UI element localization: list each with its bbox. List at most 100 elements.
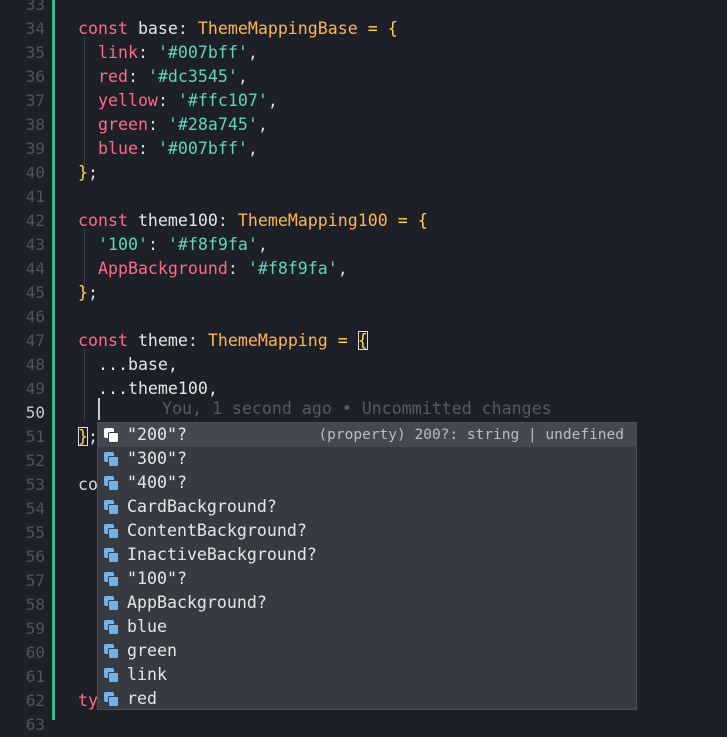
- comma: ,: [257, 235, 268, 254]
- suggestion-item[interactable]: "100"?: [98, 567, 636, 591]
- partial-code: co: [78, 475, 98, 494]
- property-icon: [104, 668, 119, 683]
- suggestion-label: green: [127, 641, 177, 660]
- suggestion-item[interactable]: "200"? (property) 200?: string | undefine…: [98, 423, 636, 447]
- suggestion-label: blue: [127, 617, 167, 636]
- code-line-62[interactable]: ty: [78, 689, 98, 713]
- code-line-48[interactable]: ...base,: [78, 353, 178, 377]
- semicolon: ;: [88, 283, 98, 302]
- operator: =: [357, 19, 378, 38]
- colon: :: [177, 19, 188, 38]
- suggestion-item[interactable]: red: [98, 687, 636, 711]
- property-name: AppBackground: [97, 259, 228, 278]
- string-literal: '#f8f9fa': [247, 259, 338, 278]
- suggestion-item[interactable]: link: [98, 663, 636, 687]
- git-modified-bar: [52, 0, 55, 720]
- code-line-40[interactable]: };: [78, 161, 98, 185]
- line-number: 35: [25, 43, 45, 62]
- property-icon: [104, 452, 119, 467]
- suggestion-label: link: [127, 665, 167, 684]
- code-line-36[interactable]: red: '#dc3545',: [78, 65, 248, 89]
- property-icon: [104, 524, 119, 539]
- suggestion-label: "200"?: [127, 425, 187, 444]
- partial-code: ty: [78, 691, 98, 710]
- code-line-37[interactable]: yellow: '#ffc107',: [78, 89, 278, 113]
- code-line-38[interactable]: green: '#28a745',: [78, 113, 268, 137]
- code-line-45[interactable]: };: [78, 281, 98, 305]
- property-icon: [104, 644, 119, 659]
- suggestion-item[interactable]: ContentBackground?: [98, 519, 636, 543]
- brace: }: [78, 163, 88, 182]
- brace: }: [78, 283, 88, 302]
- comma: ,: [257, 115, 268, 134]
- line-number: 62: [25, 691, 45, 710]
- property-name: yellow: [97, 91, 158, 110]
- property-name: red: [97, 67, 128, 86]
- code-line-44[interactable]: AppBackground: '#f8f9fa',: [78, 257, 348, 281]
- identifier: base: [127, 19, 178, 38]
- suggestion-item[interactable]: CardBackground?: [98, 495, 636, 519]
- line-number: 46: [25, 307, 45, 326]
- suggestion-item[interactable]: AppBackground?: [98, 591, 636, 615]
- code-line-43[interactable]: '100': '#f8f9fa',: [78, 233, 268, 257]
- property-name: blue: [97, 139, 138, 158]
- suggestion-item[interactable]: "300"?: [98, 447, 636, 471]
- string-literal: '#007bff': [157, 139, 248, 158]
- suggestion-label: red: [127, 689, 157, 708]
- keyword-const: const: [78, 19, 128, 38]
- suggestion-label: "300"?: [127, 449, 187, 468]
- property-icon: [104, 596, 119, 611]
- suggestion-detail: (property) 200?: string | undefined: [318, 427, 624, 443]
- matched-brace: }: [78, 427, 88, 446]
- property-icon: [104, 620, 119, 635]
- code-line-53[interactable]: co: [78, 473, 98, 497]
- line-number: 63: [25, 715, 45, 734]
- string-literal: '#007bff': [157, 43, 248, 62]
- line-number: 38: [25, 115, 45, 134]
- colon: :: [127, 67, 148, 86]
- line-number: 51: [25, 427, 45, 446]
- line-number: 54: [25, 499, 45, 518]
- line-number: 47: [25, 331, 45, 350]
- identifier: theme: [127, 331, 188, 350]
- suggestion-label: InactiveBackground?: [127, 545, 317, 564]
- colon: :: [147, 235, 168, 254]
- code-line-51[interactable]: };: [78, 425, 98, 449]
- type-name: ThemeMapping100: [227, 211, 388, 230]
- string-literal: '#28a745': [167, 115, 258, 134]
- colon: :: [187, 331, 198, 350]
- suggestion-item[interactable]: InactiveBackground?: [98, 543, 636, 567]
- property-icon: [104, 548, 119, 563]
- line-number: 42: [25, 211, 45, 230]
- code-line-39[interactable]: blue: '#007bff',: [78, 137, 258, 161]
- string-literal: '#ffc107': [177, 91, 268, 110]
- line-number: 50: [25, 403, 45, 422]
- suggestion-list[interactable]: "200"? (property) 200?: string | undefine…: [98, 423, 636, 711]
- text-cursor: [98, 398, 100, 420]
- property-icon: [104, 692, 119, 707]
- suggestion-label: CardBackground?: [127, 497, 277, 516]
- line-number: 58: [25, 595, 45, 614]
- comma: ,: [237, 67, 248, 86]
- property-icon: [104, 572, 119, 587]
- suggestion-item[interactable]: "400"?: [98, 471, 636, 495]
- line-number: 43: [25, 235, 45, 254]
- string-literal: '100': [97, 235, 148, 254]
- autocomplete-widget[interactable]: "200"? (property) 200?: string | undefine…: [97, 422, 637, 710]
- property-icon: [104, 476, 119, 491]
- line-number: 37: [25, 91, 45, 110]
- line-number: 61: [25, 667, 45, 686]
- property-name: link: [97, 43, 138, 62]
- comma: ,: [337, 259, 348, 278]
- suggestion-item[interactable]: blue: [98, 615, 636, 639]
- code-line-35[interactable]: link: '#007bff',: [78, 41, 258, 65]
- code-line-42[interactable]: const theme100: ThemeMapping100 = {: [78, 209, 428, 233]
- code-line-34[interactable]: const base: ThemeMappingBase = {: [78, 17, 398, 41]
- comma: ,: [267, 91, 278, 110]
- code-line-47[interactable]: const theme: ThemeMapping = {: [78, 329, 368, 353]
- line-number: 44: [25, 259, 45, 278]
- line-number: 49: [25, 379, 45, 398]
- line-number: 34: [25, 19, 45, 38]
- suggestion-item[interactable]: green: [98, 639, 636, 663]
- suggestion-label: ContentBackground?: [127, 521, 307, 540]
